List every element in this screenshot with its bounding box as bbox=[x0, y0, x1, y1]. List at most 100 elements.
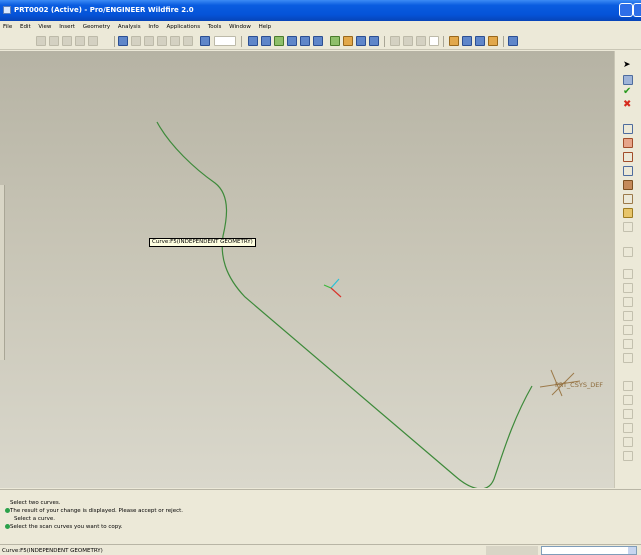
reorient-icon[interactable] bbox=[330, 36, 340, 46]
ok-icon[interactable]: ✔ bbox=[623, 87, 633, 97]
saved-views-icon[interactable] bbox=[343, 36, 353, 46]
navigator-toggle[interactable] bbox=[0, 185, 5, 360]
minimize-button[interactable] bbox=[619, 3, 633, 17]
new-icon[interactable] bbox=[36, 36, 46, 46]
graphics-window[interactable] bbox=[0, 51, 614, 488]
main-toolbar bbox=[0, 33, 641, 50]
model-canvas bbox=[156, 121, 581, 488]
menu-edit[interactable]: Edit bbox=[17, 21, 34, 33]
select-box[interactable] bbox=[214, 36, 236, 46]
csys-label: PRT_CSYS_DEF bbox=[555, 381, 604, 389]
merge-icon[interactable] bbox=[623, 409, 633, 419]
message-line: Select two curves. bbox=[10, 500, 61, 506]
repaint-icon[interactable] bbox=[248, 36, 258, 46]
window-title: PRT0002 (Active) - Pro/ENGINEER Wildfire… bbox=[14, 6, 194, 14]
cancel-icon[interactable]: ✖ bbox=[623, 100, 633, 110]
menu-window[interactable]: Window bbox=[226, 21, 254, 33]
csys-icon[interactable] bbox=[623, 194, 633, 204]
menu-help[interactable]: Help bbox=[256, 21, 275, 33]
status-panel bbox=[486, 546, 538, 555]
spline-icon[interactable] bbox=[623, 166, 633, 176]
point-icon[interactable] bbox=[623, 180, 633, 190]
regenerate-icon[interactable] bbox=[183, 36, 193, 46]
undo-icon[interactable] bbox=[118, 36, 128, 46]
wireframe-icon[interactable] bbox=[429, 36, 439, 46]
select-arrow-icon[interactable]: ➤ bbox=[623, 61, 633, 71]
save-icon[interactable] bbox=[62, 36, 72, 46]
message-line: Select the scan curves you want to copy. bbox=[5, 523, 641, 531]
find-icon[interactable] bbox=[200, 36, 210, 46]
menu-tools[interactable]: Tools bbox=[205, 21, 225, 33]
message-line: The result of your change is displayed. … bbox=[5, 507, 641, 515]
shading-icon[interactable] bbox=[390, 36, 400, 46]
triad-x-axis bbox=[330, 287, 342, 298]
plane-icon[interactable] bbox=[623, 138, 633, 148]
offset-icon[interactable] bbox=[623, 437, 633, 447]
datum-planes-icon[interactable] bbox=[449, 36, 459, 46]
zoom-out-icon[interactable] bbox=[300, 36, 310, 46]
prompt-arrow-icon bbox=[5, 508, 10, 513]
selection-filter[interactable] bbox=[541, 546, 637, 555]
spin-center-icon[interactable] bbox=[261, 36, 271, 46]
toolbar-separator bbox=[503, 36, 504, 47]
selection-tooltip: Curve:F5(INDEPENDENT GEOMETRY) bbox=[149, 238, 256, 247]
toolbar-separator bbox=[443, 36, 444, 47]
shell-icon[interactable] bbox=[623, 325, 633, 335]
appearance-icon[interactable] bbox=[369, 36, 379, 46]
mirror-icon[interactable] bbox=[623, 395, 633, 405]
redo-icon[interactable] bbox=[131, 36, 141, 46]
toolbar-separator bbox=[114, 36, 115, 47]
orient-icon[interactable] bbox=[274, 36, 284, 46]
email-icon[interactable] bbox=[88, 36, 98, 46]
thicken-icon[interactable] bbox=[623, 451, 633, 461]
datum-points-icon[interactable] bbox=[475, 36, 485, 46]
variable-section-icon[interactable] bbox=[623, 247, 633, 257]
revolve-icon[interactable] bbox=[623, 222, 633, 232]
title-bar: PRT0002 (Active) - Pro/ENGINEER Wildfire… bbox=[0, 0, 641, 21]
rib-icon[interactable] bbox=[623, 339, 633, 349]
datum-axes-icon[interactable] bbox=[462, 36, 472, 46]
draft-icon[interactable] bbox=[623, 353, 633, 363]
maximize-button[interactable] bbox=[633, 3, 641, 17]
menu-info[interactable]: Info bbox=[145, 21, 161, 33]
no-hidden-icon[interactable] bbox=[416, 36, 426, 46]
trim-icon[interactable] bbox=[623, 423, 633, 433]
curve-icon[interactable] bbox=[623, 124, 633, 134]
toolbar-separator bbox=[241, 36, 242, 47]
axis-icon[interactable] bbox=[623, 152, 633, 162]
zoom-in-icon[interactable] bbox=[287, 36, 297, 46]
menu-insert[interactable]: Insert bbox=[56, 21, 78, 33]
menu-bar: File Edit View Insert Geometry Analysis … bbox=[0, 21, 641, 33]
print-icon[interactable] bbox=[75, 36, 85, 46]
cut-icon[interactable] bbox=[144, 36, 154, 46]
status-bar: Curve:F5(INDEPENDENT GEOMETRY) bbox=[0, 544, 641, 555]
csys-icon[interactable] bbox=[488, 36, 498, 46]
message-area: Select two curves. The result of your ch… bbox=[0, 489, 641, 544]
scan-curve[interactable] bbox=[156, 121, 533, 488]
menu-file[interactable]: File bbox=[0, 21, 15, 33]
menu-geometry[interactable]: Geometry bbox=[80, 21, 113, 33]
open-icon[interactable] bbox=[49, 36, 59, 46]
menu-applications[interactable]: Applications bbox=[164, 21, 204, 33]
feature-toolbar: ➤ ✔ ✖ bbox=[614, 51, 641, 488]
menu-analysis[interactable]: Analysis bbox=[115, 21, 144, 33]
hole-icon[interactable] bbox=[623, 311, 633, 321]
sketch-icon[interactable] bbox=[623, 75, 633, 85]
paste-icon[interactable] bbox=[170, 36, 180, 46]
toolbar-separator bbox=[384, 36, 385, 47]
whats-this-icon[interactable] bbox=[508, 36, 518, 46]
refit-icon[interactable] bbox=[313, 36, 323, 46]
copy-icon[interactable] bbox=[157, 36, 167, 46]
round-icon[interactable] bbox=[623, 283, 633, 293]
chamfer-icon[interactable] bbox=[623, 297, 633, 307]
app-icon bbox=[3, 6, 11, 14]
triad-z-axis bbox=[323, 284, 332, 289]
blend-icon[interactable] bbox=[623, 269, 633, 279]
triad-y-axis bbox=[330, 278, 340, 289]
menu-view[interactable]: View bbox=[35, 21, 54, 33]
hidden-line-icon[interactable] bbox=[403, 36, 413, 46]
extrude-icon[interactable] bbox=[623, 208, 633, 218]
chevron-down-icon[interactable] bbox=[628, 547, 636, 554]
layers-icon[interactable] bbox=[356, 36, 366, 46]
pattern-icon[interactable] bbox=[623, 381, 633, 391]
